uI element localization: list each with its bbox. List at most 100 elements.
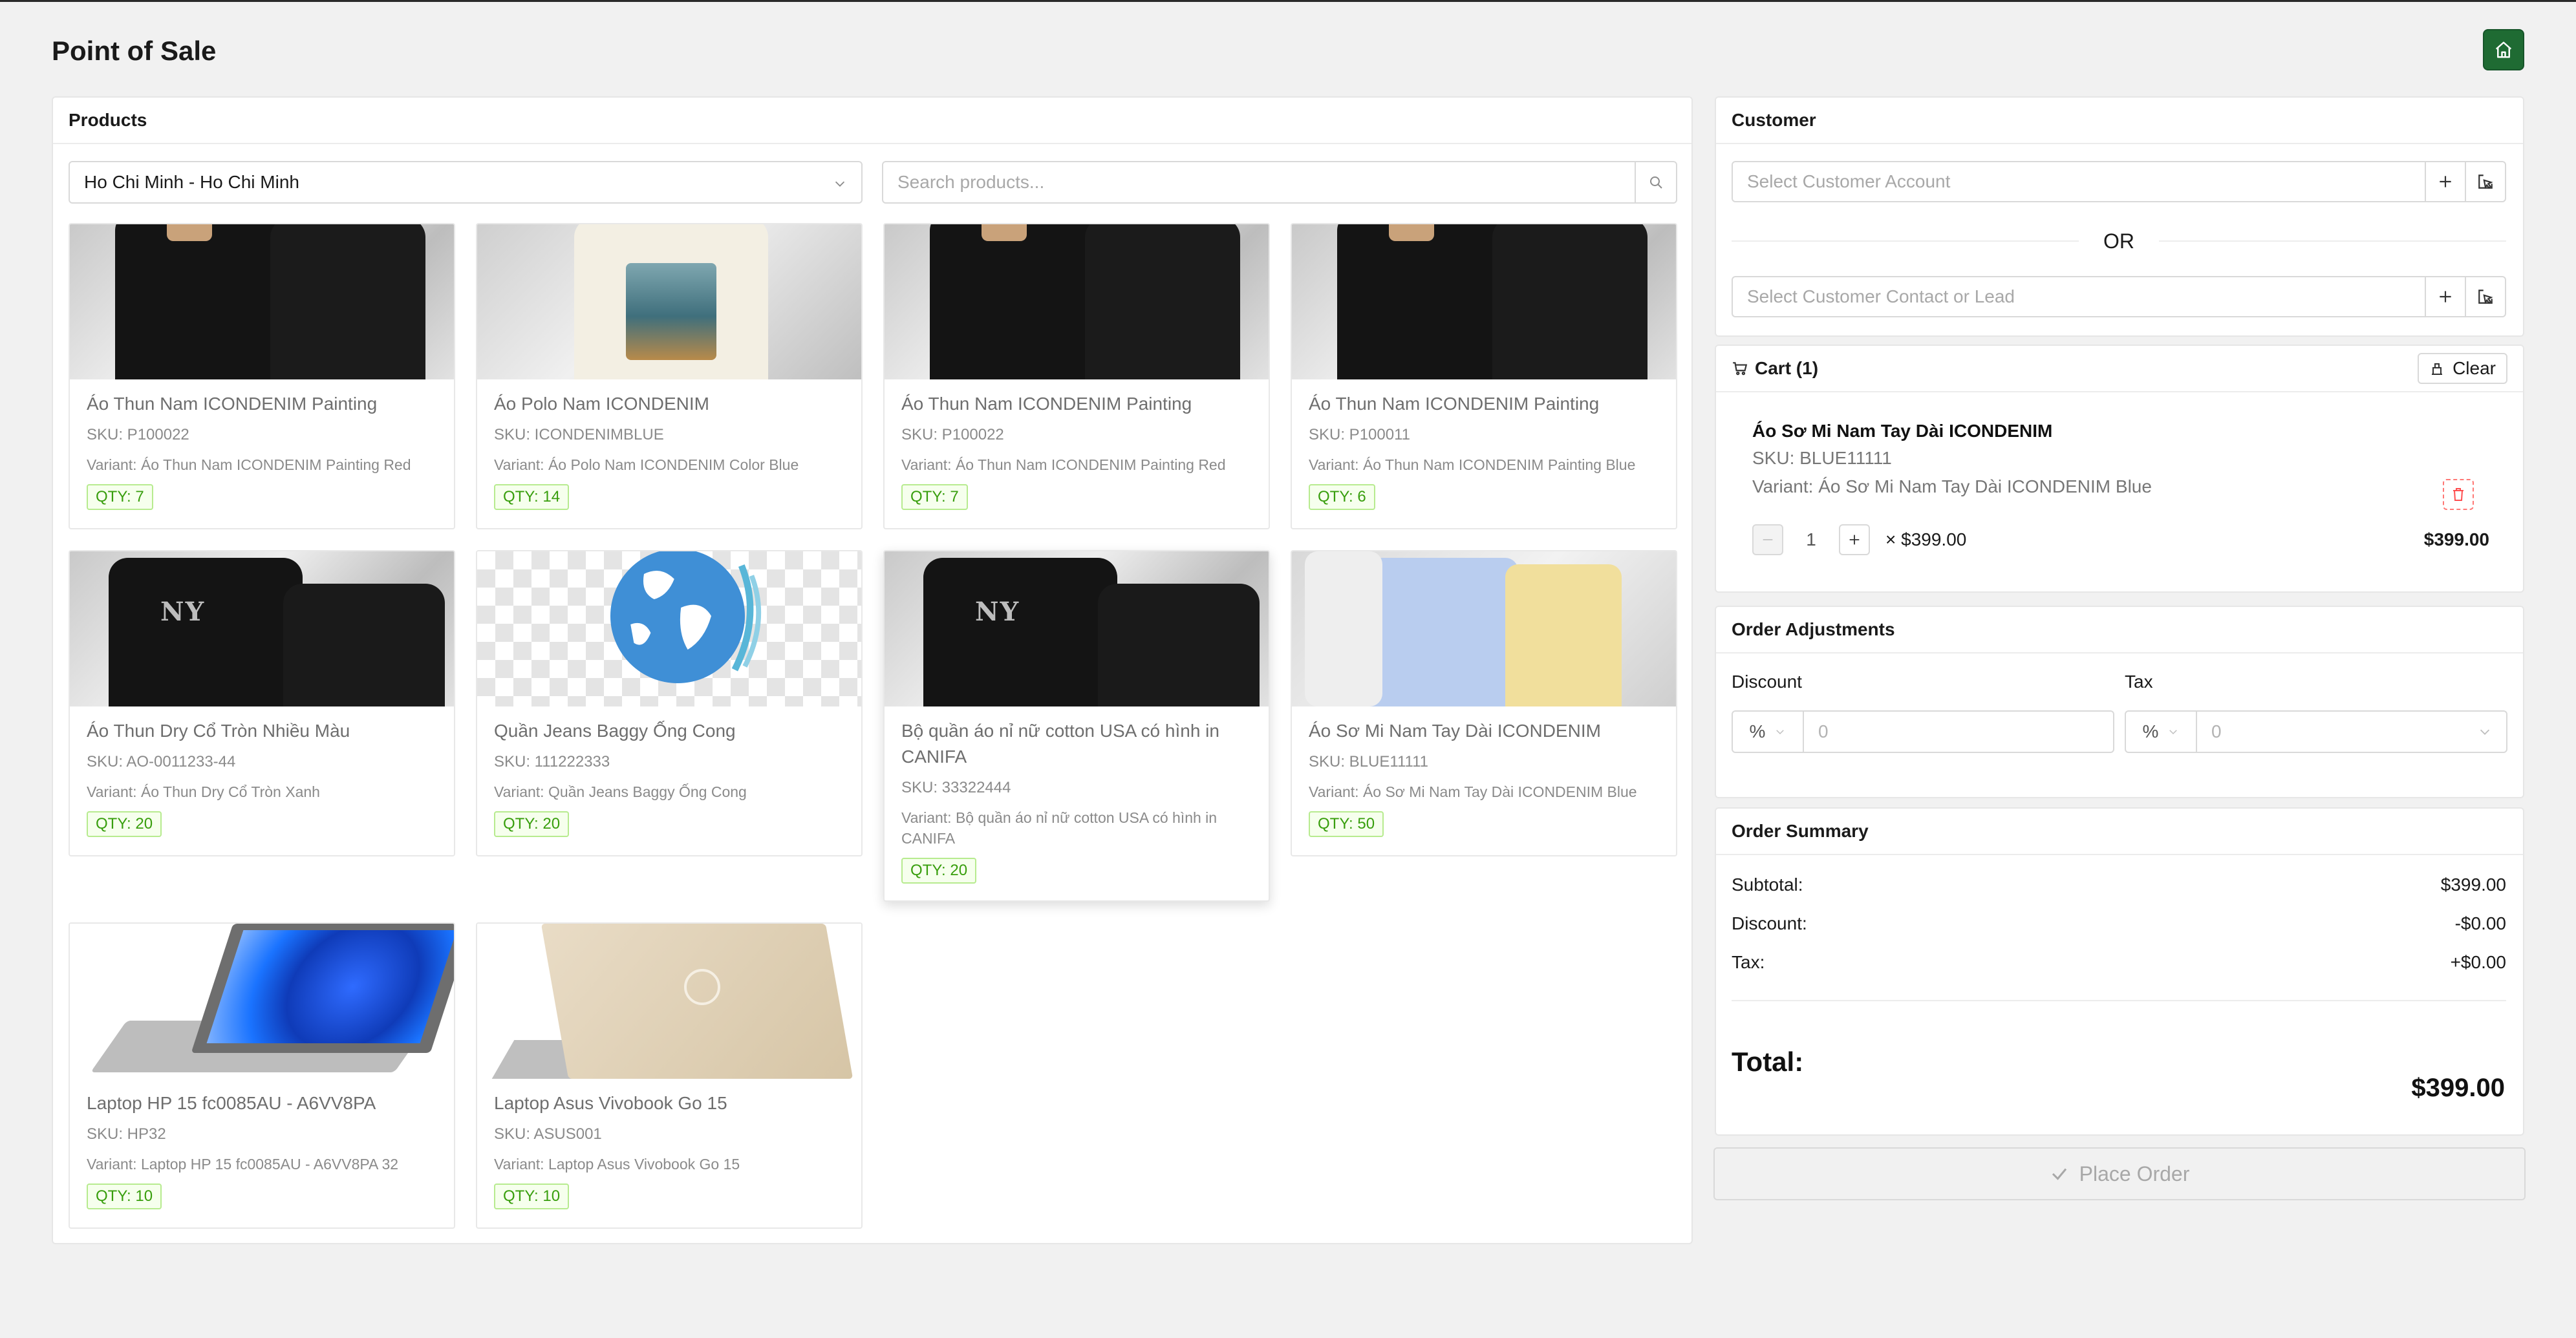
cart-item-name: Áo Sơ Mi Nam Tay Dài ICONDENIM: [1752, 421, 2053, 441]
tax-label: Tax: [2125, 672, 2153, 692]
cart-panel: Cart (1) Clear Áo Sơ Mi Nam Tay Dài ICON…: [1715, 345, 2524, 593]
order-summary-heading: Order Summary: [1716, 809, 2523, 855]
decrease-quantity-button[interactable]: [1752, 524, 1783, 555]
product-image: [1292, 224, 1676, 379]
product-name: Áo Thun Nam ICONDENIM Painting: [901, 394, 1192, 414]
product-card[interactable]: Áo Thun Nam ICONDENIM Painting SKU: P100…: [883, 223, 1270, 529]
quantity-stepper: 1 × $399.00 $399.00: [1752, 523, 2489, 557]
product-variant: Variant: Quần Jeans Baggy Ống Cong: [494, 783, 747, 800]
check-icon: [2052, 1168, 2066, 1180]
product-name: Quần Jeans Baggy Ống Cong: [494, 721, 736, 741]
customer-contact-select[interactable]: [1733, 277, 2425, 316]
product-card[interactable]: NY Áo Thun Dry Cổ Tròn Nhiều Màu SKU: AO…: [69, 550, 455, 856]
order-adjustments-heading: Order Adjustments: [1716, 607, 2523, 653]
discount-input[interactable]: 0: [1804, 721, 2113, 742]
product-image: NY: [70, 551, 454, 706]
product-card[interactable]: Laptop HP 15 fc0085AU - A6VV8PA SKU: HP3…: [69, 922, 455, 1229]
product-sku: SKU: 111222333: [494, 753, 610, 770]
product-card[interactable]: Áo Sơ Mi Nam Tay Dài ICONDENIM SKU: BLUE…: [1291, 550, 1677, 856]
select-cursor-icon: [2478, 290, 2493, 304]
tax-select[interactable]: 0: [2197, 721, 2478, 742]
unit-price: × $399.00: [1885, 529, 1967, 549]
plus-icon: [2440, 176, 2451, 187]
home-button[interactable]: [2483, 29, 2524, 70]
discount-type-select[interactable]: %: [1733, 712, 1804, 752]
order-summary-panel: Order Summary Subtotal: $399.00 Discount…: [1715, 807, 2524, 1136]
qty-badge: QTY: 7: [901, 484, 968, 510]
product-sku: SKU: HP32: [87, 1125, 166, 1143]
tax-row: Tax: +$0.00: [1732, 952, 2506, 973]
product-variant: Variant: Áo Thun Nam ICONDENIM Painting …: [901, 456, 1226, 473]
discount-type-value: %: [1749, 721, 1766, 741]
tax-type-value: %: [2142, 721, 2159, 741]
pick-customer-account-button[interactable]: [2465, 162, 2505, 201]
product-image: [885, 224, 1269, 379]
subtotal-row: Subtotal: $399.00: [1732, 875, 2506, 895]
location-select-value: Ho Chi Minh - Ho Chi Minh: [84, 172, 299, 192]
qty-badge: QTY: 20: [494, 811, 570, 837]
product-name: Laptop HP 15 fc0085AU - A6VV8PA: [87, 1093, 376, 1113]
product-sku: SKU: ASUS001: [494, 1125, 602, 1143]
remove-item-button[interactable]: [2443, 479, 2474, 510]
chevron-down-icon: [2169, 730, 2178, 735]
product-sku: SKU: BLUE11111: [1309, 753, 1428, 770]
cart-heading: Cart (1): [1755, 358, 1819, 378]
clear-cart-button[interactable]: Clear: [2418, 353, 2507, 384]
quantity-value[interactable]: 1: [1783, 529, 1839, 550]
minus-icon: [1763, 539, 1773, 540]
plus-icon: [1849, 535, 1860, 545]
product-card[interactable]: Áo Thun Nam ICONDENIM Painting SKU: P100…: [1291, 223, 1677, 529]
search-button[interactable]: [1635, 162, 1676, 202]
home-icon: [2495, 41, 2512, 58]
place-order-button[interactable]: Place Order: [1713, 1147, 2526, 1200]
qty-badge: QTY: 10: [87, 1184, 162, 1209]
product-sku: SKU: P100011: [1309, 426, 1410, 443]
tax-type-select[interactable]: %: [2126, 712, 2197, 752]
product-variant: Variant: Laptop HP 15 fc0085AU - A6VV8PA…: [87, 1156, 399, 1173]
product-image: NY: [885, 551, 1269, 706]
discount-label: Discount: [1732, 672, 1802, 692]
cart-item-variant: Variant: Áo Sơ Mi Nam Tay Dài ICONDENIM …: [1752, 476, 2152, 496]
customer-account-select[interactable]: [1733, 162, 2425, 201]
product-card[interactable]: Áo Polo Nam ICONDENIM SKU: ICONDENIMBLUE…: [476, 223, 863, 529]
plus-icon: [2440, 291, 2451, 303]
product-name: Áo Thun Nam ICONDENIM Painting: [87, 394, 378, 414]
product-sku: SKU: ICONDENIMBLUE: [494, 426, 664, 443]
summary-tax-label: Tax:: [1732, 952, 1765, 972]
product-sku: SKU: P100022: [87, 426, 189, 443]
product-card[interactable]: NY Bộ quần áo nỉ nữ cotton USA có hình i…: [883, 550, 1270, 902]
globe-icon: [610, 551, 762, 683]
product-image: [477, 551, 861, 706]
add-customer-account-button[interactable]: [2425, 162, 2465, 201]
qty-badge: QTY: 6: [1309, 484, 1375, 510]
line-total: $399.00: [2423, 529, 2489, 549]
total-label: Total:: [1732, 1046, 1804, 1077]
search-input[interactable]: [883, 162, 1635, 202]
product-card[interactable]: Quần Jeans Baggy Ống Cong SKU: 111222333…: [476, 550, 863, 856]
product-variant: Variant: Áo Sơ Mi Nam Tay Dài ICONDENIM …: [1309, 783, 1637, 800]
tax-field: % 0: [2125, 710, 2507, 753]
product-card[interactable]: Laptop Asus Vivobook Go 15 SKU: ASUS001 …: [476, 922, 863, 1229]
customer-heading: Customer: [1716, 98, 2523, 144]
cart-item-sku: SKU: BLUE11111: [1752, 448, 1892, 468]
product-image: [1292, 551, 1676, 706]
product-variant: Variant: Áo Thun Dry Cổ Tròn Xanh: [87, 783, 320, 800]
discount-field: % 0: [1732, 710, 2114, 753]
location-select[interactable]: Ho Chi Minh - Ho Chi Minh: [69, 161, 863, 204]
page-title: Point of Sale: [52, 36, 217, 66]
product-card[interactable]: Áo Thun Nam ICONDENIM Painting SKU: P100…: [69, 223, 455, 529]
subtotal-label: Subtotal:: [1732, 875, 1803, 895]
product-name: Áo Thun Dry Cổ Tròn Nhiều Màu: [87, 721, 350, 741]
add-customer-contact-button[interactable]: [2425, 277, 2465, 316]
product-sku: SKU: P100022: [901, 426, 1004, 443]
summary-divider: [1732, 1000, 2506, 1001]
chevron-down-icon: [1776, 730, 1785, 735]
cart-icon: [1733, 362, 1748, 376]
product-image: [477, 224, 861, 379]
products-panel: Products Ho Chi Minh - Ho Chi Minh Áo Th…: [52, 96, 1693, 1244]
summary-discount-label: Discount:: [1732, 913, 1807, 933]
increase-quantity-button[interactable]: [1839, 524, 1870, 555]
app-window: Point of Sale Products Ho Chi Minh - Ho …: [0, 0, 2576, 1338]
product-image: [70, 224, 454, 379]
pick-customer-contact-button[interactable]: [2465, 277, 2505, 316]
